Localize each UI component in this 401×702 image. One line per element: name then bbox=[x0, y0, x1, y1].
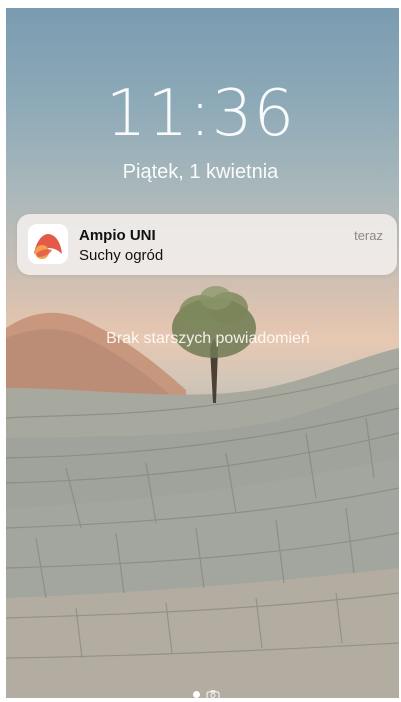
camera-icon[interactable] bbox=[206, 689, 220, 700]
ampio-logo-icon bbox=[28, 224, 68, 264]
lock-screen-date: Piątek, 1 kwietnia bbox=[122, 161, 279, 183]
notification-message: Suchy ogród bbox=[79, 247, 164, 264]
no-older-notifications-text: Brak starszych powiadomień bbox=[106, 330, 310, 347]
lock-screen-clock: 11:36 bbox=[105, 77, 296, 151]
page-dot-icon bbox=[193, 691, 200, 698]
notification-app-name: Ampio UNI bbox=[79, 227, 156, 244]
notification-time: teraz bbox=[354, 228, 383, 243]
notification-card[interactable]: Ampio UNI Suchy ogród teraz bbox=[17, 214, 397, 275]
page-indicator[interactable] bbox=[190, 688, 230, 702]
